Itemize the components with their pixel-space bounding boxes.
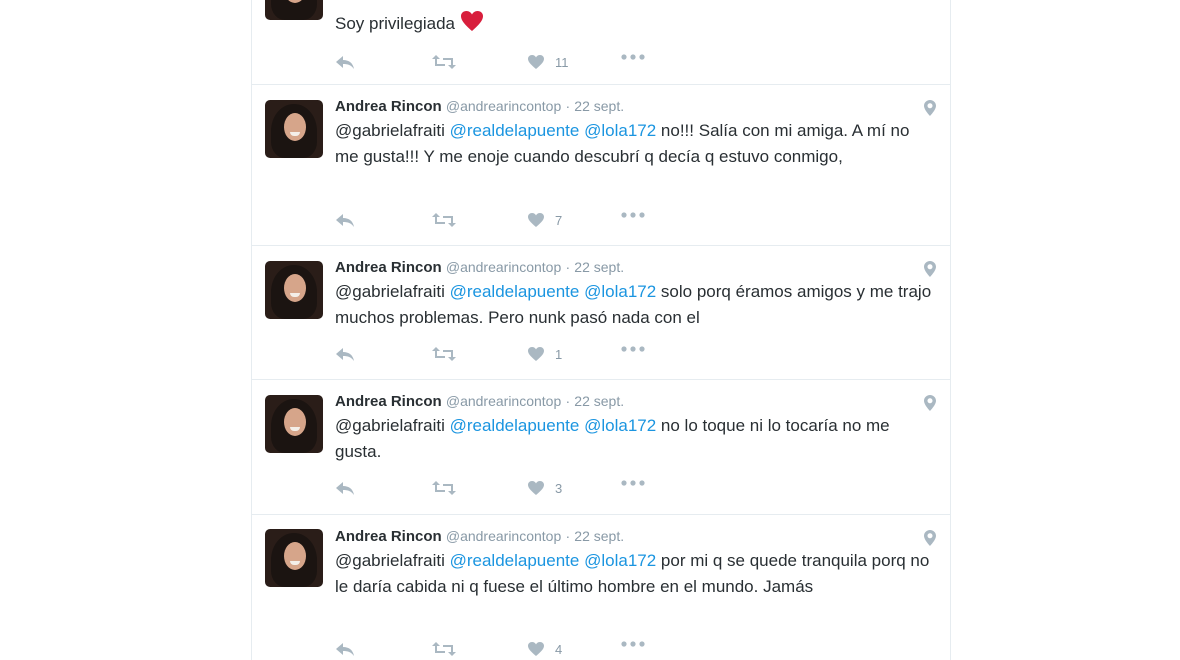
red-heart-emoji (460, 11, 483, 31)
reply-button[interactable] (335, 346, 355, 362)
reply-icon (336, 56, 354, 69)
more-button[interactable] (621, 346, 645, 352)
location-pin-icon[interactable] (924, 395, 936, 411)
tweet-date[interactable]: 22 sept. (574, 528, 624, 544)
retweet-button[interactable] (431, 346, 457, 362)
separator: · (565, 528, 571, 544)
retweet-button[interactable] (431, 212, 457, 228)
tweet[interactable]: Andrea Rincon @andrearincontop · 22 sept… (252, 515, 950, 660)
reply-button[interactable] (335, 54, 355, 70)
tweet[interactable]: Andrea Rincon @andrearincontop · 22 sept… (252, 246, 950, 380)
mention-link[interactable]: @realdelapuente (450, 551, 580, 570)
reply-icon (336, 482, 354, 495)
more-icon (621, 641, 645, 647)
like-button[interactable]: 7 (527, 212, 562, 228)
like-icon (528, 213, 544, 227)
tweet-text-content: Soy privilegiada (335, 14, 456, 33)
author-name[interactable]: Andrea Rincon (335, 393, 442, 410)
tweet-date[interactable]: 22 sept. (574, 393, 624, 409)
tweet[interactable]: Andrea Rincon @andrearincontop · 22 sept… (252, 85, 950, 246)
location-pin-icon[interactable] (924, 530, 936, 546)
reply-icon (336, 643, 354, 656)
like-button[interactable]: 11 (527, 54, 569, 70)
like-icon (528, 642, 544, 656)
retweet-icon (432, 55, 456, 69)
more-button[interactable] (621, 54, 645, 60)
author-handle[interactable]: @andrearincontop (446, 98, 561, 114)
mention-link[interactable]: @lola172 (584, 416, 656, 435)
like-count: 4 (555, 641, 563, 657)
mention-link[interactable]: @gabrielafraiti (335, 282, 445, 301)
avatar[interactable] (265, 0, 323, 20)
author-name[interactable]: Andrea Rincon (335, 259, 442, 276)
tweet-header: Andrea Rincon @andrearincontop · 22 sept… (335, 393, 624, 410)
tweet-date[interactable]: 22 sept. (574, 98, 624, 114)
avatar[interactable] (265, 261, 323, 319)
like-button[interactable]: 3 (527, 480, 562, 496)
author-handle[interactable]: @andrearincontop (446, 528, 561, 544)
separator: · (565, 259, 571, 275)
more-button[interactable] (621, 212, 645, 218)
tweet-text: @gabrielafraiti @realdelapuente @lola172… (335, 548, 935, 600)
tweet-text: @gabrielafraiti @realdelapuente @lola172… (335, 118, 935, 170)
like-icon (528, 481, 544, 495)
tweet-partial[interactable]: Soy privilegiada 11 (252, 0, 950, 85)
mention-link[interactable]: @realdelapuente (450, 416, 580, 435)
retweet-button[interactable] (431, 641, 457, 657)
separator: · (565, 393, 571, 409)
retweet-icon (432, 481, 456, 495)
more-icon (621, 212, 645, 218)
author-handle[interactable]: @andrearincontop (446, 259, 561, 275)
author-name[interactable]: Andrea Rincon (335, 528, 442, 545)
location-pin-icon[interactable] (924, 261, 936, 277)
author-handle[interactable]: @andrearincontop (446, 393, 561, 409)
location-pin-icon[interactable] (924, 100, 936, 116)
mention-link[interactable]: @lola172 (584, 551, 656, 570)
mention-link[interactable]: @gabrielafraiti (335, 416, 445, 435)
reply-button[interactable] (335, 480, 355, 496)
like-button[interactable]: 1 (527, 346, 562, 362)
more-icon (621, 480, 645, 486)
tweet-header: Andrea Rincon @andrearincontop · 22 sept… (335, 259, 624, 276)
reply-icon (336, 348, 354, 361)
tweet-date[interactable]: 22 sept. (574, 259, 624, 275)
tweet-header: Andrea Rincon @andrearincontop · 22 sept… (335, 528, 624, 545)
author-name[interactable]: Andrea Rincon (335, 98, 442, 115)
mention-link[interactable]: @gabrielafraiti (335, 551, 445, 570)
avatar[interactable] (265, 529, 323, 587)
like-icon (528, 55, 544, 69)
tweet-text: @gabrielafraiti @realdelapuente @lola172… (335, 279, 935, 331)
avatar[interactable] (265, 100, 323, 158)
tweet-text: Soy privilegiada (335, 10, 935, 37)
avatar[interactable] (265, 395, 323, 453)
mention-link[interactable]: @lola172 (584, 282, 656, 301)
mention-link[interactable]: @realdelapuente (450, 121, 580, 140)
more-icon (621, 54, 645, 60)
like-count: 7 (555, 212, 563, 228)
like-count: 11 (555, 54, 569, 70)
like-count: 1 (555, 346, 563, 362)
reply-icon (336, 214, 354, 227)
retweet-icon (432, 347, 456, 361)
like-button[interactable]: 4 (527, 641, 562, 657)
like-count: 3 (555, 480, 563, 496)
mention-link[interactable]: @realdelapuente (450, 282, 580, 301)
more-icon (621, 346, 645, 352)
tweet[interactable]: Andrea Rincon @andrearincontop · 22 sept… (252, 380, 950, 515)
retweet-button[interactable] (431, 54, 457, 70)
more-button[interactable] (621, 641, 645, 647)
mention-link[interactable]: @gabrielafraiti (335, 121, 445, 140)
mention-link[interactable]: @lola172 (584, 121, 656, 140)
tweet-header: Andrea Rincon @andrearincontop · 22 sept… (335, 98, 624, 115)
tweet-text: @gabrielafraiti @realdelapuente @lola172… (335, 413, 935, 465)
retweet-icon (432, 642, 456, 656)
timeline: Soy privilegiada 11 Andrea Rincon @andre… (251, 0, 951, 660)
reply-button[interactable] (335, 641, 355, 657)
retweet-icon (432, 213, 456, 227)
reply-button[interactable] (335, 212, 355, 228)
more-button[interactable] (621, 480, 645, 486)
like-icon (528, 347, 544, 361)
separator: · (565, 98, 571, 114)
retweet-button[interactable] (431, 480, 457, 496)
